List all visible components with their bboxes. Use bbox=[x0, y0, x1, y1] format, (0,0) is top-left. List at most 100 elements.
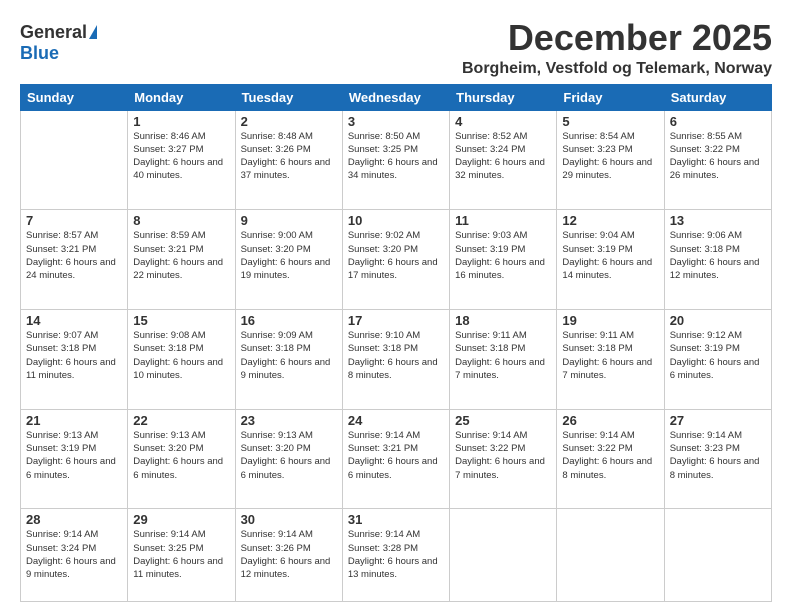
day-number: 7 bbox=[26, 213, 122, 228]
table-row: 2Sunrise: 8:48 AMSunset: 3:26 PMDaylight… bbox=[235, 110, 342, 210]
table-row: 24Sunrise: 9:14 AMSunset: 3:21 PMDayligh… bbox=[342, 409, 449, 509]
header-wednesday: Wednesday bbox=[342, 84, 449, 110]
day-number: 26 bbox=[562, 413, 658, 428]
day-number: 20 bbox=[670, 313, 766, 328]
calendar-table: Sunday Monday Tuesday Wednesday Thursday… bbox=[20, 84, 772, 602]
table-row bbox=[557, 509, 664, 602]
day-number: 15 bbox=[133, 313, 229, 328]
table-row: 11Sunrise: 9:03 AMSunset: 3:19 PMDayligh… bbox=[450, 210, 557, 310]
day-number: 10 bbox=[348, 213, 444, 228]
table-row: 17Sunrise: 9:10 AMSunset: 3:18 PMDayligh… bbox=[342, 309, 449, 409]
table-row: 26Sunrise: 9:14 AMSunset: 3:22 PMDayligh… bbox=[557, 409, 664, 509]
logo-blue-text: Blue bbox=[20, 43, 59, 64]
month-title: December 2025 bbox=[462, 18, 772, 58]
day-info: Sunrise: 9:04 AMSunset: 3:19 PMDaylight:… bbox=[562, 229, 658, 282]
day-number: 24 bbox=[348, 413, 444, 428]
day-info: Sunrise: 9:13 AMSunset: 3:20 PMDaylight:… bbox=[241, 429, 337, 482]
day-info: Sunrise: 9:11 AMSunset: 3:18 PMDaylight:… bbox=[455, 329, 551, 382]
day-info: Sunrise: 9:14 AMSunset: 3:24 PMDaylight:… bbox=[26, 528, 122, 581]
day-info: Sunrise: 8:50 AMSunset: 3:25 PMDaylight:… bbox=[348, 130, 444, 183]
day-number: 30 bbox=[241, 512, 337, 527]
table-row: 12Sunrise: 9:04 AMSunset: 3:19 PMDayligh… bbox=[557, 210, 664, 310]
table-row: 25Sunrise: 9:14 AMSunset: 3:22 PMDayligh… bbox=[450, 409, 557, 509]
day-info: Sunrise: 9:14 AMSunset: 3:22 PMDaylight:… bbox=[562, 429, 658, 482]
title-block: December 2025 Borgheim, Vestfold og Tele… bbox=[462, 18, 772, 78]
day-number: 4 bbox=[455, 114, 551, 129]
day-number: 1 bbox=[133, 114, 229, 129]
day-number: 12 bbox=[562, 213, 658, 228]
day-info: Sunrise: 9:00 AMSunset: 3:20 PMDaylight:… bbox=[241, 229, 337, 282]
day-number: 31 bbox=[348, 512, 444, 527]
table-row: 15Sunrise: 9:08 AMSunset: 3:18 PMDayligh… bbox=[128, 309, 235, 409]
table-row: 13Sunrise: 9:06 AMSunset: 3:18 PMDayligh… bbox=[664, 210, 771, 310]
header-thursday: Thursday bbox=[450, 84, 557, 110]
day-info: Sunrise: 9:02 AMSunset: 3:20 PMDaylight:… bbox=[348, 229, 444, 282]
day-info: Sunrise: 8:54 AMSunset: 3:23 PMDaylight:… bbox=[562, 130, 658, 183]
table-row: 30Sunrise: 9:14 AMSunset: 3:26 PMDayligh… bbox=[235, 509, 342, 602]
table-row: 1Sunrise: 8:46 AMSunset: 3:27 PMDaylight… bbox=[128, 110, 235, 210]
day-number: 13 bbox=[670, 213, 766, 228]
table-row: 18Sunrise: 9:11 AMSunset: 3:18 PMDayligh… bbox=[450, 309, 557, 409]
logo-triangle-icon bbox=[89, 25, 97, 39]
table-row: 4Sunrise: 8:52 AMSunset: 3:24 PMDaylight… bbox=[450, 110, 557, 210]
table-row: 7Sunrise: 8:57 AMSunset: 3:21 PMDaylight… bbox=[21, 210, 128, 310]
day-info: Sunrise: 9:13 AMSunset: 3:20 PMDaylight:… bbox=[133, 429, 229, 482]
day-info: Sunrise: 8:48 AMSunset: 3:26 PMDaylight:… bbox=[241, 130, 337, 183]
day-number: 21 bbox=[26, 413, 122, 428]
day-number: 5 bbox=[562, 114, 658, 129]
table-row: 9Sunrise: 9:00 AMSunset: 3:20 PMDaylight… bbox=[235, 210, 342, 310]
location-text: Borgheim, Vestfold og Telemark, Norway bbox=[462, 60, 772, 78]
day-info: Sunrise: 9:14 AMSunset: 3:28 PMDaylight:… bbox=[348, 528, 444, 581]
day-info: Sunrise: 9:13 AMSunset: 3:19 PMDaylight:… bbox=[26, 429, 122, 482]
day-number: 29 bbox=[133, 512, 229, 527]
logo: General Blue bbox=[20, 22, 97, 64]
day-number: 25 bbox=[455, 413, 551, 428]
day-info: Sunrise: 9:14 AMSunset: 3:21 PMDaylight:… bbox=[348, 429, 444, 482]
day-info: Sunrise: 8:57 AMSunset: 3:21 PMDaylight:… bbox=[26, 229, 122, 282]
table-row bbox=[21, 110, 128, 210]
day-number: 22 bbox=[133, 413, 229, 428]
day-info: Sunrise: 9:14 AMSunset: 3:23 PMDaylight:… bbox=[670, 429, 766, 482]
day-info: Sunrise: 8:55 AMSunset: 3:22 PMDaylight:… bbox=[670, 130, 766, 183]
day-number: 3 bbox=[348, 114, 444, 129]
table-row: 27Sunrise: 9:14 AMSunset: 3:23 PMDayligh… bbox=[664, 409, 771, 509]
day-info: Sunrise: 8:52 AMSunset: 3:24 PMDaylight:… bbox=[455, 130, 551, 183]
table-row: 21Sunrise: 9:13 AMSunset: 3:19 PMDayligh… bbox=[21, 409, 128, 509]
day-number: 17 bbox=[348, 313, 444, 328]
header-tuesday: Tuesday bbox=[235, 84, 342, 110]
day-number: 23 bbox=[241, 413, 337, 428]
day-info: Sunrise: 8:59 AMSunset: 3:21 PMDaylight:… bbox=[133, 229, 229, 282]
day-info: Sunrise: 9:11 AMSunset: 3:18 PMDaylight:… bbox=[562, 329, 658, 382]
day-number: 28 bbox=[26, 512, 122, 527]
day-number: 14 bbox=[26, 313, 122, 328]
day-number: 27 bbox=[670, 413, 766, 428]
day-info: Sunrise: 9:12 AMSunset: 3:19 PMDaylight:… bbox=[670, 329, 766, 382]
table-row: 8Sunrise: 8:59 AMSunset: 3:21 PMDaylight… bbox=[128, 210, 235, 310]
header: General Blue December 2025 Borgheim, Ves… bbox=[20, 18, 772, 78]
table-row: 20Sunrise: 9:12 AMSunset: 3:19 PMDayligh… bbox=[664, 309, 771, 409]
table-row: 28Sunrise: 9:14 AMSunset: 3:24 PMDayligh… bbox=[21, 509, 128, 602]
table-row bbox=[450, 509, 557, 602]
day-number: 2 bbox=[241, 114, 337, 129]
day-info: Sunrise: 8:46 AMSunset: 3:27 PMDaylight:… bbox=[133, 130, 229, 183]
day-number: 19 bbox=[562, 313, 658, 328]
table-row: 31Sunrise: 9:14 AMSunset: 3:28 PMDayligh… bbox=[342, 509, 449, 602]
day-info: Sunrise: 9:14 AMSunset: 3:25 PMDaylight:… bbox=[133, 528, 229, 581]
table-row: 6Sunrise: 8:55 AMSunset: 3:22 PMDaylight… bbox=[664, 110, 771, 210]
table-row: 19Sunrise: 9:11 AMSunset: 3:18 PMDayligh… bbox=[557, 309, 664, 409]
table-row: 3Sunrise: 8:50 AMSunset: 3:25 PMDaylight… bbox=[342, 110, 449, 210]
day-number: 11 bbox=[455, 213, 551, 228]
day-info: Sunrise: 9:10 AMSunset: 3:18 PMDaylight:… bbox=[348, 329, 444, 382]
day-number: 18 bbox=[455, 313, 551, 328]
header-saturday: Saturday bbox=[664, 84, 771, 110]
table-row: 16Sunrise: 9:09 AMSunset: 3:18 PMDayligh… bbox=[235, 309, 342, 409]
day-info: Sunrise: 9:09 AMSunset: 3:18 PMDaylight:… bbox=[241, 329, 337, 382]
table-row: 23Sunrise: 9:13 AMSunset: 3:20 PMDayligh… bbox=[235, 409, 342, 509]
table-row: 10Sunrise: 9:02 AMSunset: 3:20 PMDayligh… bbox=[342, 210, 449, 310]
day-info: Sunrise: 9:08 AMSunset: 3:18 PMDaylight:… bbox=[133, 329, 229, 382]
day-number: 6 bbox=[670, 114, 766, 129]
logo-general-text: General bbox=[20, 22, 87, 43]
day-info: Sunrise: 9:14 AMSunset: 3:22 PMDaylight:… bbox=[455, 429, 551, 482]
table-row: 14Sunrise: 9:07 AMSunset: 3:18 PMDayligh… bbox=[21, 309, 128, 409]
header-monday: Monday bbox=[128, 84, 235, 110]
